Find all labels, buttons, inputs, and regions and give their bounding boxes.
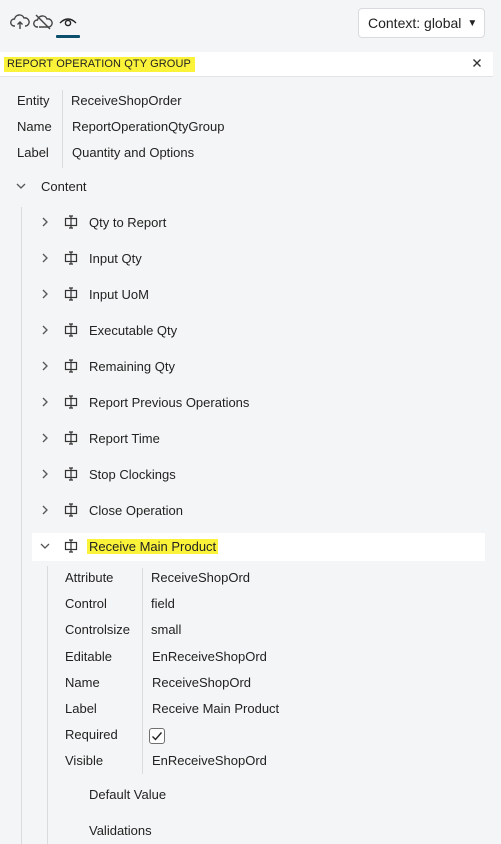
attribute-row: Control field <box>65 592 501 618</box>
chevron-right-icon[interactable] <box>39 360 51 372</box>
tree-item[interactable]: Executable Qty <box>0 317 493 345</box>
property-label: Name <box>17 119 52 134</box>
tree-item-label: Stop Clockings <box>89 467 176 482</box>
attribute-value: ReceiveShopOrd <box>152 675 251 690</box>
field-icon <box>64 215 78 229</box>
attribute-value: Receive Main Product <box>152 701 280 716</box>
search-input[interactable]: REPORT OPERATION QTY GROUP <box>4 57 195 72</box>
field-icon <box>64 467 78 481</box>
field-icon <box>64 539 78 553</box>
attribute-row: Required <box>65 723 501 749</box>
chevron-right-icon[interactable] <box>39 324 51 336</box>
tree-item[interactable]: Report Time <box>0 425 493 453</box>
tree-item-label: Report Previous Operations <box>89 395 250 410</box>
tree-item-label: Report Time <box>89 431 160 446</box>
field-icon <box>64 251 78 265</box>
tree-node-label: Content <box>41 179 87 194</box>
field-icon <box>64 287 78 301</box>
tree-item[interactable]: Report Previous Operations <box>0 389 493 417</box>
chevron-right-icon[interactable] <box>39 432 51 444</box>
tree-item[interactable]: Remaining Qty <box>0 353 493 381</box>
field-icon <box>64 503 78 517</box>
toolbar: Context: global ▼ <box>0 0 501 48</box>
attribute-row: Editable EnReceiveShopOrd <box>65 645 501 671</box>
attribute-value: ReceiveShopOrd <box>151 570 250 585</box>
attribute-label: Attribute <box>65 570 114 585</box>
cloud-off-icon[interactable] <box>33 12 53 32</box>
tree-item[interactable]: Qty to Report <box>0 209 493 237</box>
attribute-label: Name <box>65 675 100 690</box>
search-bar[interactable]: REPORT OPERATION QTY GROUP <box>0 52 493 77</box>
tree-item-label: Qty to Report <box>89 215 167 230</box>
tree-item-label: Input UoM <box>89 287 149 302</box>
attribute-label: Label <box>65 701 97 716</box>
required-checkbox[interactable] <box>149 728 165 744</box>
chevron-down-icon[interactable] <box>39 540 51 552</box>
property-row-entity: Entity ReceiveShopOrder <box>17 89 497 115</box>
attribute-label: Control <box>65 596 107 611</box>
attribute-label: Visible <box>65 753 104 768</box>
tree-item[interactable]: Input UoM <box>0 281 493 309</box>
attribute-row: Attribute ReceiveShopOrd <box>65 566 501 592</box>
tree-item-label: Input Qty <box>89 251 142 266</box>
attribute-row: Visible EnReceiveShopOrd <box>65 749 501 775</box>
chevron-down-icon[interactable] <box>15 180 27 192</box>
section-validations[interactable]: Validations <box>60 817 485 844</box>
attribute-label: Required <box>65 727 118 742</box>
cloud-upload-icon[interactable] <box>10 12 30 32</box>
property-value: ReceiveShopOrder <box>71 93 182 108</box>
section-label: Validations <box>89 823 152 838</box>
tree-item[interactable]: Stop Clockings <box>0 461 493 489</box>
property-value: Quantity and Options <box>72 145 195 160</box>
attribute-row: Name ReceiveShopOrd <box>65 671 501 697</box>
property-label: Label <box>17 145 49 160</box>
field-icon <box>64 323 78 337</box>
context-label: Context: global <box>368 15 462 31</box>
chevron-right-icon[interactable] <box>39 216 51 228</box>
field-icon <box>64 431 78 445</box>
tree-item-selected[interactable]: Receive Main Product <box>32 533 485 561</box>
field-icon <box>64 359 78 373</box>
property-label: Entity <box>17 93 50 108</box>
attribute-value: EnReceiveShopOrd <box>152 649 267 664</box>
chevron-right-icon[interactable] <box>39 504 51 516</box>
caret-down-icon: ▼ <box>467 17 478 29</box>
property-row-label: Label Quantity and Options <box>17 141 497 167</box>
field-icon <box>64 395 78 409</box>
attribute-label: Controlsize <box>65 622 131 637</box>
tree-item[interactable]: Input Qty <box>0 245 493 273</box>
context-dropdown[interactable]: Context: global ▼ <box>358 8 485 38</box>
tree-guide-line <box>47 566 48 844</box>
attribute-value: EnReceiveShopOrd <box>152 753 267 768</box>
tree-node-content[interactable]: Content <box>0 173 493 201</box>
chevron-right-icon[interactable] <box>39 396 51 408</box>
eye-icon[interactable] <box>58 12 78 32</box>
attribute-row: Label Receive Main Product <box>65 697 501 723</box>
property-value: ReportOperationQtyGroup <box>72 119 225 134</box>
chevron-right-icon[interactable] <box>39 288 51 300</box>
attribute-value: small <box>151 622 182 637</box>
tree-item[interactable]: Close Operation <box>0 497 493 525</box>
tree-item-label: Close Operation <box>89 503 183 518</box>
attribute-row: Controlsize small <box>65 618 501 644</box>
check-icon <box>152 732 163 741</box>
attribute-label: Editable <box>65 649 112 664</box>
tree-item-label: Receive Main Product <box>87 539 219 554</box>
tree-item-label: Executable Qty <box>89 323 178 338</box>
section-default-value[interactable]: Default Value <box>60 781 485 809</box>
active-tab-indicator <box>56 35 80 38</box>
chevron-right-icon[interactable] <box>39 252 51 264</box>
chevron-right-icon[interactable] <box>39 468 51 480</box>
tree-item-label: Remaining Qty <box>89 359 175 374</box>
property-row-name: Name ReportOperationQtyGroup <box>17 115 497 141</box>
section-label: Default Value <box>89 787 167 802</box>
close-icon[interactable] <box>470 56 484 70</box>
attribute-value: field <box>151 596 175 611</box>
